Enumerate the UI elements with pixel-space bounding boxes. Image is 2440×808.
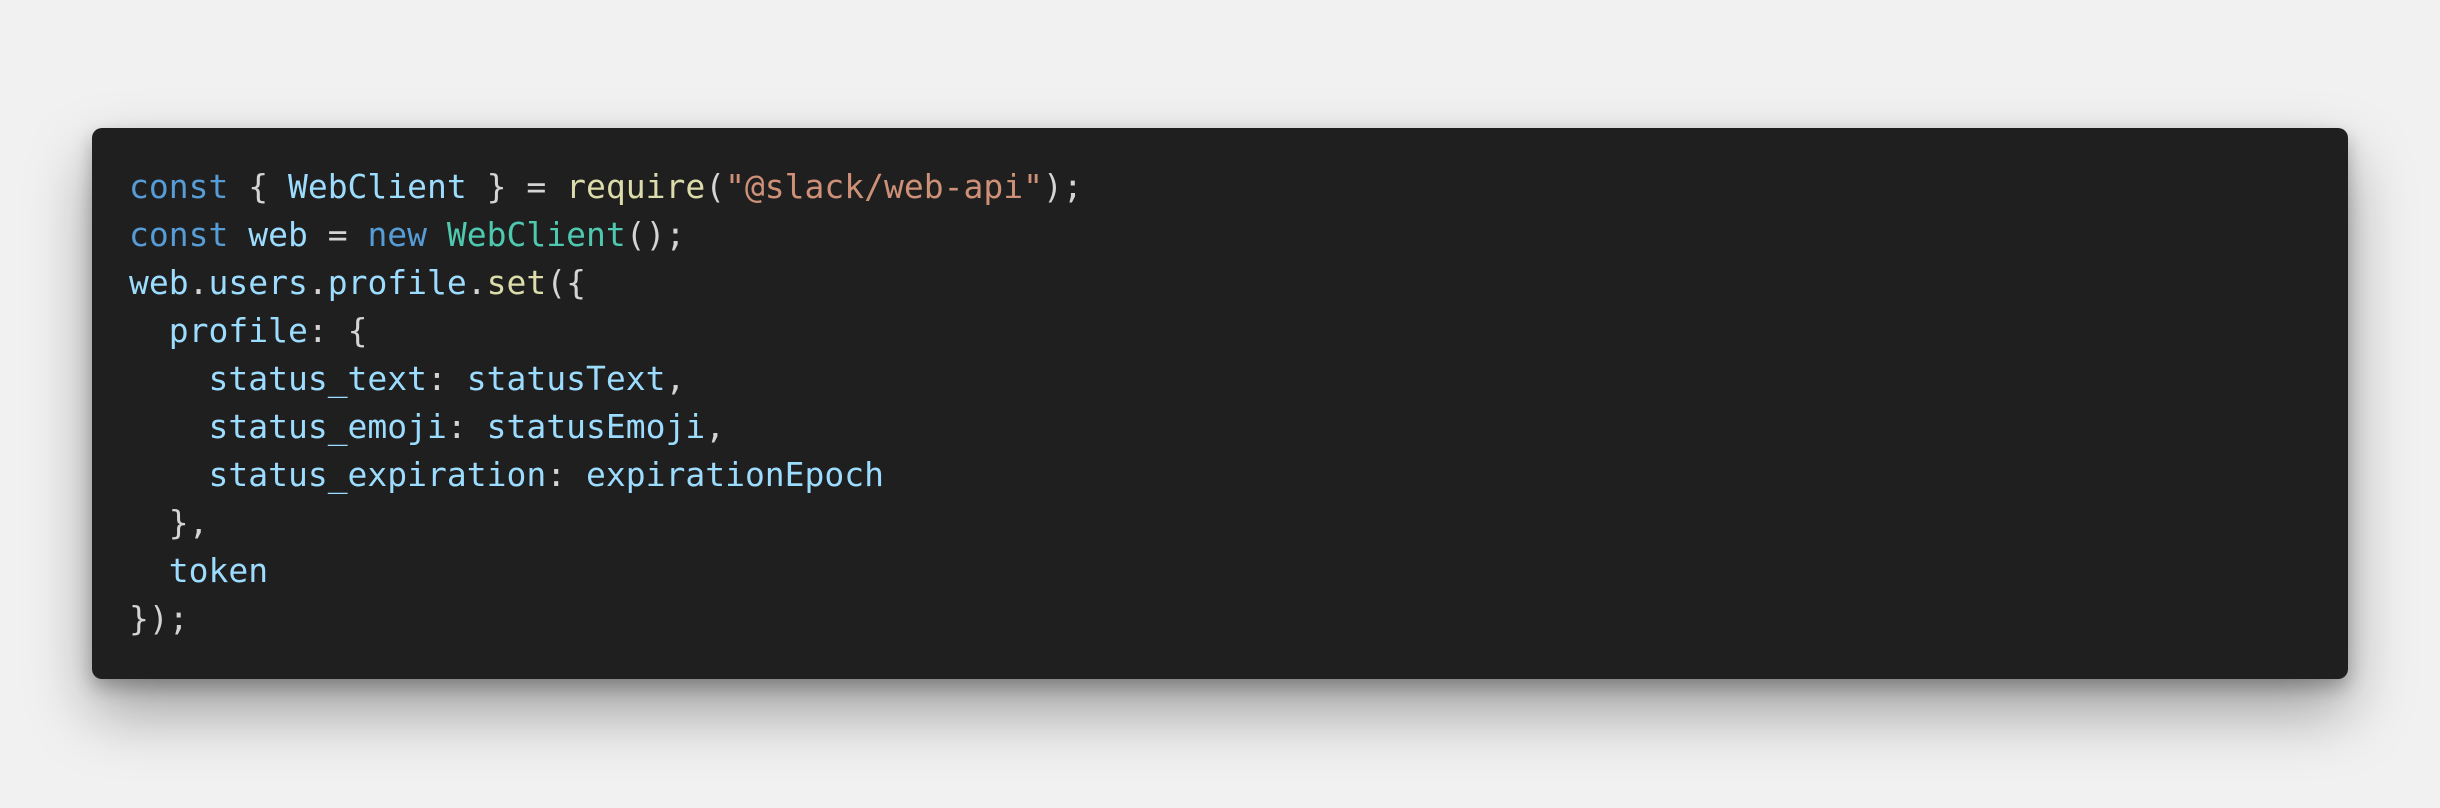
code-token-var: web [129, 263, 189, 302]
code-token-punct: = [307, 215, 368, 254]
code-token-punct: ( [705, 167, 726, 206]
code-token-var: statusEmoji [486, 407, 706, 446]
code-token-punct: ({ [546, 263, 587, 302]
code-token-punct: : [427, 359, 467, 398]
code-token-class: WebClient [446, 215, 626, 254]
code-token-punct [228, 215, 248, 254]
code-token-indent [129, 359, 208, 398]
code-token-punct: , [705, 407, 726, 446]
code-token-func: require [566, 167, 706, 206]
code-token-punct [427, 215, 447, 254]
code-token-var: status_expiration [208, 455, 547, 494]
code-line: }); [129, 595, 2312, 643]
code-token-var: token [168, 551, 269, 590]
code-line: token [129, 547, 2312, 595]
code-line: const { WebClient } = require("@slack/we… [129, 163, 2312, 211]
code-token-punct: } = [466, 167, 567, 206]
code-token-var: expirationEpoch [586, 455, 885, 494]
code-line: status_emoji: statusEmoji, [129, 403, 2312, 451]
code-token-string: "@slack/web-api" [725, 167, 1043, 206]
code-line: }, [129, 499, 2312, 547]
code-line: web.users.profile.set({ [129, 259, 2312, 307]
code-token-var: status_text [208, 359, 428, 398]
code-token-punct: . [466, 263, 487, 302]
code-token-punct: . [188, 263, 209, 302]
code-token-punct: ); [1042, 167, 1083, 206]
code-line: status_text: statusText, [129, 355, 2312, 403]
code-token-indent [129, 311, 169, 350]
code-line: const web = new WebClient(); [129, 211, 2312, 259]
code-token-keyword: const [129, 167, 229, 206]
code-token-punct: { [228, 167, 288, 206]
code-token-var: users [208, 263, 308, 302]
code-token-punct: : [446, 407, 487, 446]
code-token-indent [129, 503, 169, 542]
code-token-var: profile [168, 311, 308, 350]
code-token-punct: : { [307, 311, 368, 350]
code-token-indent [129, 551, 169, 590]
code-token-indent [129, 455, 208, 494]
code-token-punct: }, [168, 503, 209, 542]
code-token-var: web [248, 215, 308, 254]
code-token-punct: }); [129, 599, 189, 638]
code-block: const { WebClient } = require("@slack/we… [92, 128, 2348, 679]
code-token-keyword: const [129, 215, 229, 254]
code-token-var: status_emoji [208, 407, 447, 446]
code-token-indent [129, 407, 208, 446]
code-token-punct: . [307, 263, 328, 302]
code-token-punct: , [665, 359, 686, 398]
code-token-var: statusText [466, 359, 666, 398]
code-token-func: set [486, 263, 547, 302]
code-lines: const { WebClient } = require("@slack/we… [129, 163, 2312, 643]
code-token-var: WebClient [287, 167, 467, 206]
code-line: status_expiration: expirationEpoch [129, 451, 2312, 499]
code-line: profile: { [129, 307, 2312, 355]
code-token-punct: : [546, 455, 586, 494]
code-token-keyword: new [367, 215, 428, 254]
code-token-var: profile [327, 263, 467, 302]
code-token-punct: (); [625, 215, 686, 254]
